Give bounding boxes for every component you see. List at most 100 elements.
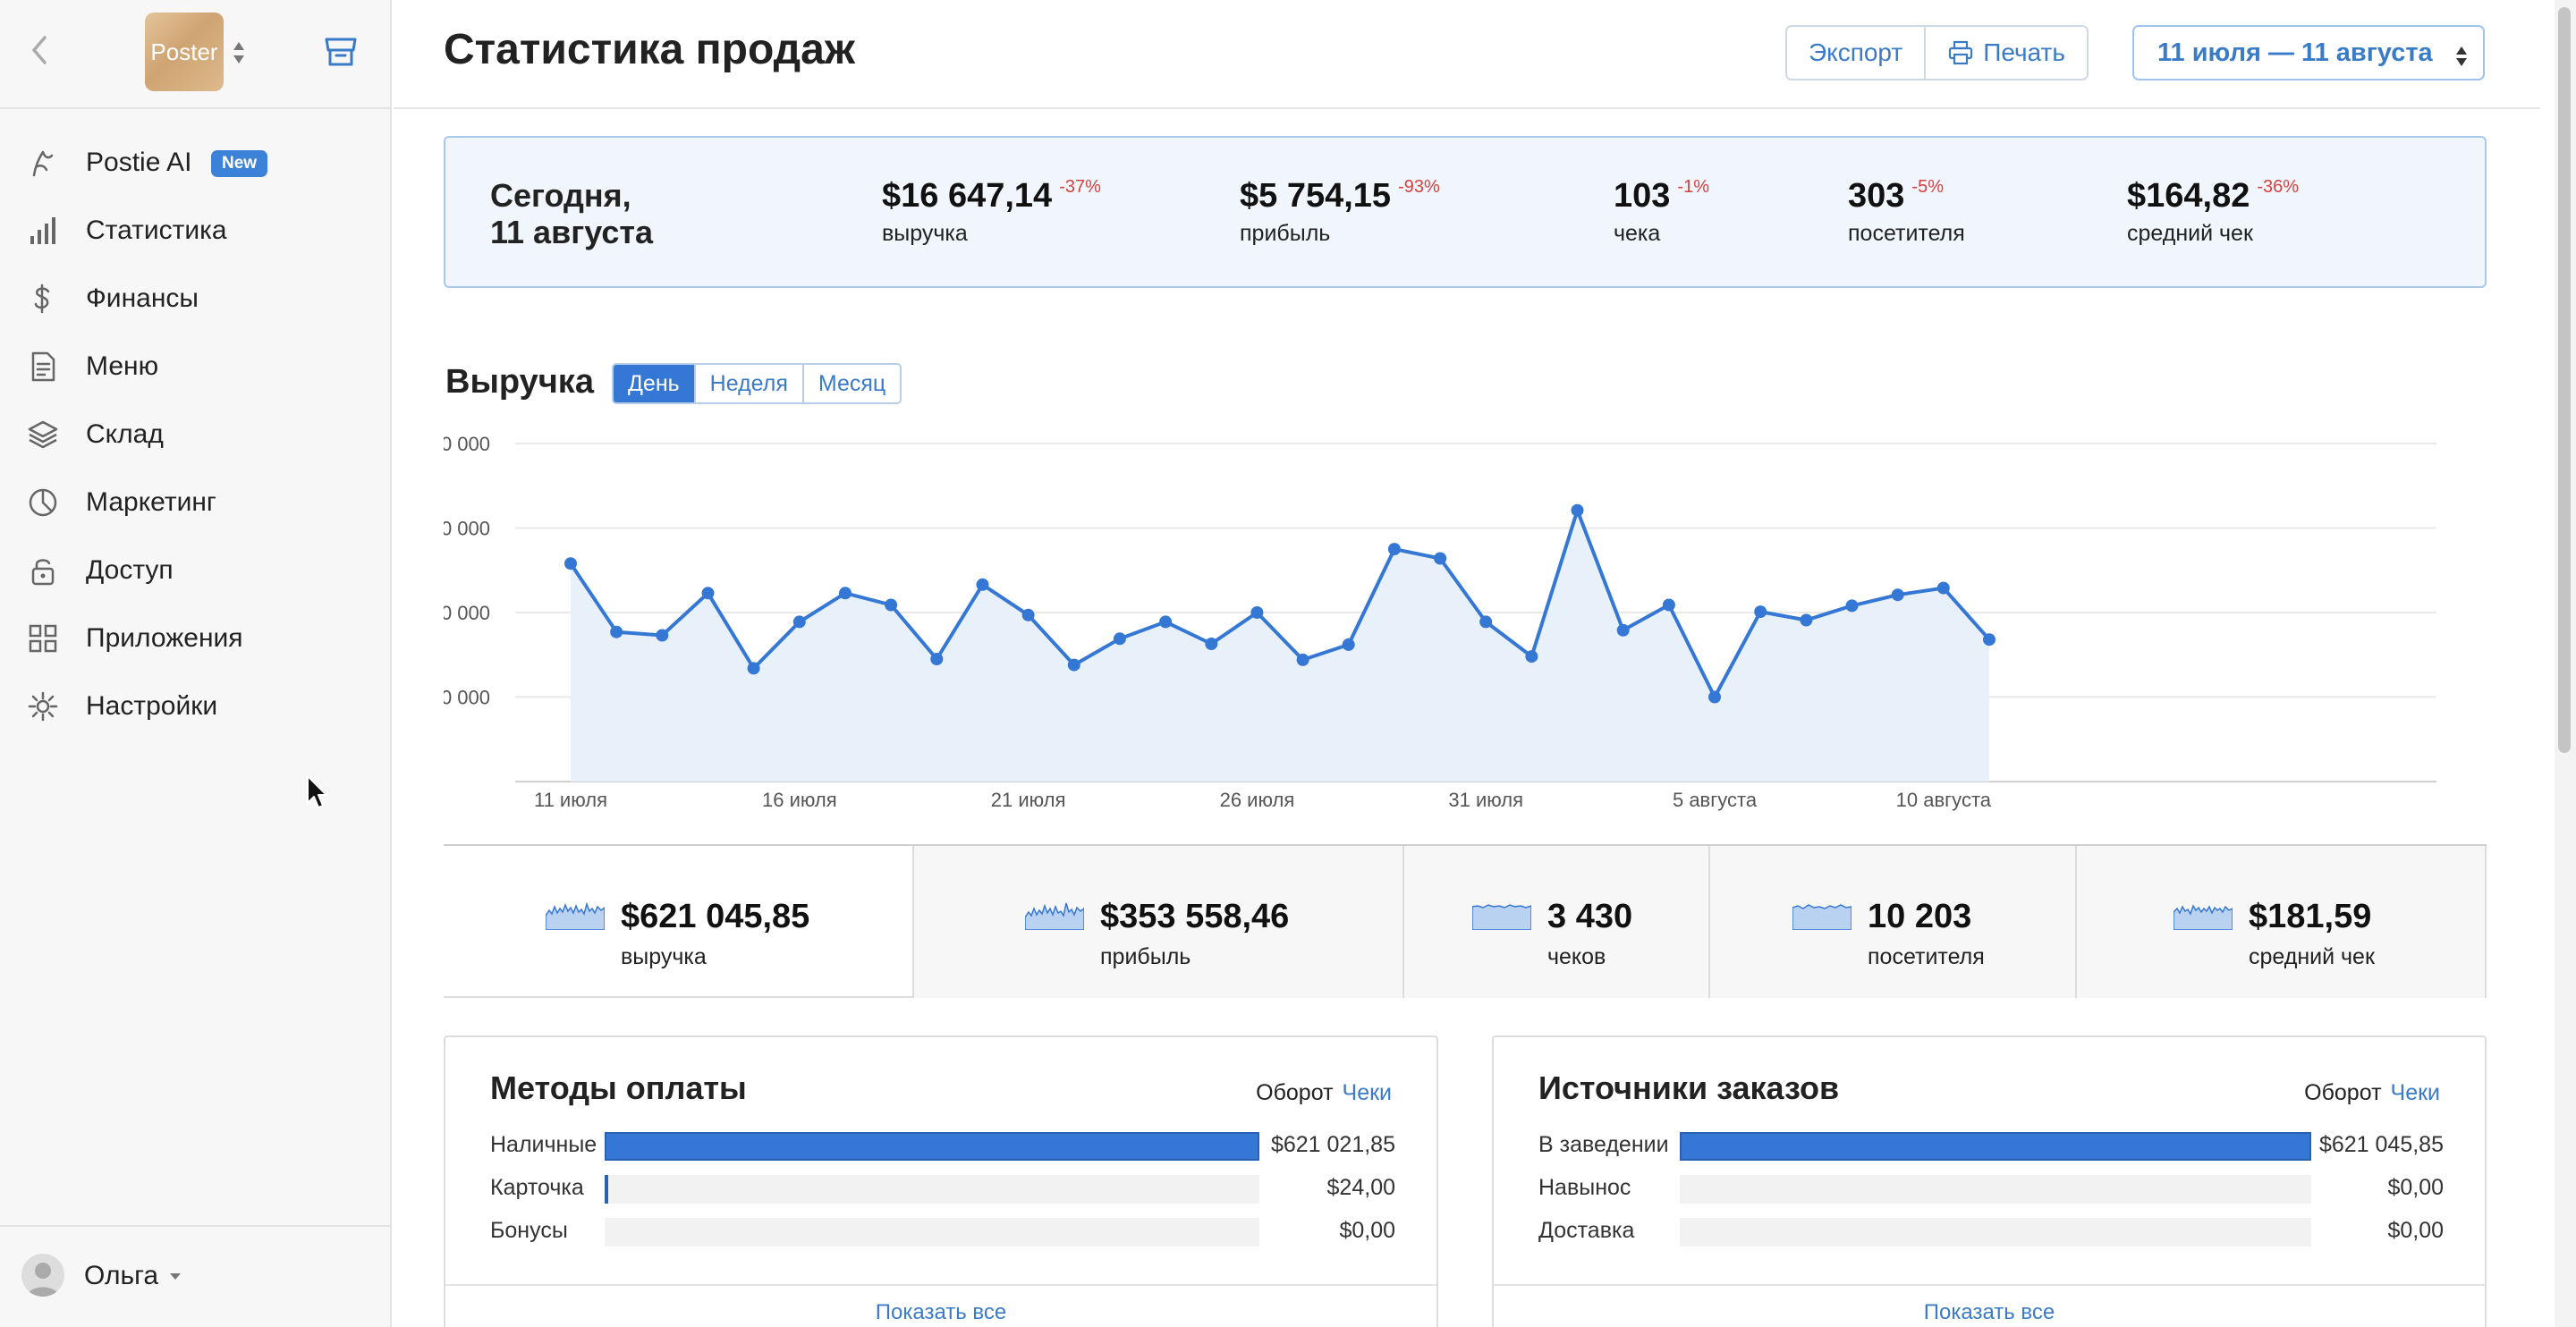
- total-value: $181,59: [2249, 898, 2372, 935]
- sparkline-icon: [1025, 902, 1084, 930]
- toggle-turnover[interactable]: Оборот: [1256, 1080, 1333, 1105]
- total-visitors[interactable]: 10 203 посетителя: [1710, 846, 2077, 998]
- bar-track: [605, 1175, 1259, 1204]
- data-point: [1250, 606, 1264, 619]
- y-tick-label: 30 000: [444, 518, 490, 540]
- x-tick-label: 10 августа: [1896, 789, 1992, 811]
- dollar-icon: [34, 283, 50, 314]
- poster-logo[interactable]: Poster: [145, 13, 224, 91]
- sort-arrows-icon[interactable]: [231, 39, 247, 66]
- data-point: [976, 578, 989, 591]
- payment-methods-panel: Методы оплаты Оборот Чеки Наличные $621 0…: [444, 1035, 1438, 1327]
- x-tick-label: 21 июля: [991, 789, 1066, 811]
- show-all-link[interactable]: Показать все: [1494, 1284, 2485, 1325]
- store-icon[interactable]: [324, 36, 358, 68]
- sidebar-item-label: Статистика: [86, 216, 227, 245]
- printer-icon: [1949, 40, 1973, 65]
- toggle-checks-link[interactable]: Чеки: [1343, 1080, 1392, 1105]
- bar-track: [1680, 1175, 2311, 1204]
- row-label: Навынос: [1538, 1175, 1631, 1200]
- data-point: [1296, 653, 1309, 666]
- stat-delta: -37%: [1059, 177, 1101, 197]
- period-week-button[interactable]: Неделя: [693, 365, 802, 402]
- metric-toggle: Оборот Чеки: [1256, 1080, 1392, 1106]
- sort-arrows-icon: [2456, 46, 2467, 66]
- sidebar-item-settings[interactable]: Настройки: [0, 672, 390, 740]
- export-button[interactable]: Экспорт: [1787, 27, 1924, 79]
- toggle-checks-link[interactable]: Чеки: [2391, 1080, 2440, 1105]
- stat-delta: -93%: [1398, 177, 1440, 197]
- today-stat-checks: 103 -1% чека: [1614, 177, 1709, 247]
- data-point: [701, 587, 715, 600]
- x-tick-label: 5 августа: [1673, 789, 1758, 811]
- payment-row: Бонусы $0,00: [490, 1213, 1395, 1248]
- period-day-button[interactable]: День: [614, 365, 694, 402]
- revenue-title: Выручка: [445, 363, 594, 401]
- sidebar-item-label: Маркетинг: [86, 487, 216, 517]
- user-menu[interactable]: Ольга: [0, 1225, 390, 1327]
- stat-label: посетителя: [1848, 221, 1965, 246]
- row-value: $24,00: [1326, 1175, 1395, 1200]
- revenue-chart: 10 000 20 000 30 000 40 000 11 июля 16 июля 21…: [444, 433, 2436, 811]
- sidebar-item-statistics[interactable]: Статистика: [0, 197, 390, 265]
- sidebar-item-apps[interactable]: Приложения: [0, 604, 390, 672]
- order-sources-panel: Источники заказов Оборот Чеки В заведении…: [1492, 1035, 2487, 1327]
- bar-fill: [1680, 1132, 2311, 1161]
- data-point: [1616, 623, 1630, 637]
- toggle-turnover[interactable]: Оборот: [2304, 1080, 2381, 1105]
- sidebar-item-finance[interactable]: Финансы: [0, 265, 390, 333]
- payment-row: Наличные $621 021,85: [490, 1127, 1395, 1162]
- sidebar-item-warehouse[interactable]: Склад: [0, 401, 390, 469]
- sidebar-item-access[interactable]: Доступ: [0, 537, 390, 604]
- data-point: [1525, 650, 1538, 664]
- row-value: $0,00: [1339, 1218, 1395, 1243]
- page-header: Статистика продаж Экспорт Печать 11 июля…: [394, 0, 2540, 109]
- gear-icon: [28, 691, 58, 722]
- total-profit[interactable]: $353 558,46 прибыль: [914, 846, 1404, 998]
- x-tick-label: 31 июля: [1448, 789, 1523, 811]
- data-point: [1067, 658, 1080, 672]
- sidebar-item-postie-ai[interactable]: Postie AI New: [0, 129, 390, 197]
- stat-value: $5 754,15: [1240, 177, 1392, 215]
- sidebar-item-marketing[interactable]: Маркетинг: [0, 469, 390, 537]
- row-label: В заведении: [1538, 1132, 1669, 1157]
- scrollbar-thumb[interactable]: [2558, 7, 2571, 753]
- period-totals: $621 045,85 выручка $353 558,46 прибыль …: [444, 844, 2487, 998]
- data-point: [1983, 633, 1996, 647]
- page-scrollbar[interactable]: [2555, 0, 2576, 1327]
- stat-delta: -36%: [2257, 177, 2300, 197]
- row-value: $0,00: [2387, 1218, 2444, 1243]
- print-label: Печать: [1983, 38, 2065, 66]
- total-value: $621 045,85: [621, 898, 810, 935]
- print-button[interactable]: Печать: [1924, 27, 2087, 79]
- metric-toggle: Оборот Чеки: [2304, 1080, 2440, 1106]
- data-point: [1021, 608, 1035, 621]
- show-all-link[interactable]: Показать все: [445, 1284, 1436, 1325]
- data-point: [1113, 632, 1126, 646]
- panel-title: Источники заказов: [1538, 1069, 1840, 1106]
- sidebar: Poster Postie AI New Статистика Финансы …: [0, 0, 392, 1327]
- stat-label: прибыль: [1240, 221, 1331, 246]
- series-area: [571, 510, 1989, 782]
- period-month-button[interactable]: Месяц: [801, 365, 901, 402]
- row-label: Наличные: [490, 1132, 597, 1157]
- total-avg-check[interactable]: $181,59 средний чек: [2077, 846, 2487, 998]
- total-revenue[interactable]: $621 045,85 выручка: [444, 846, 914, 998]
- data-point: [1800, 613, 1813, 627]
- stat-value: 103: [1614, 177, 1671, 215]
- source-row: Навынос $0,00: [1538, 1170, 2444, 1205]
- stat-delta: -1%: [1677, 177, 1709, 197]
- bar-track: [605, 1132, 1259, 1161]
- today-summary: Сегодня, 11 августа $16 647,14 -37% выруч…: [444, 136, 2487, 288]
- sidebar-item-label: Настройки: [86, 691, 218, 721]
- export-label: Экспорт: [1809, 38, 1903, 66]
- sidebar-item-label: Приложения: [86, 623, 243, 653]
- date-range-picker[interactable]: 11 июля — 11 августа: [2132, 25, 2485, 80]
- total-label: прибыль: [1100, 944, 1191, 969]
- sidebar-item-menu[interactable]: Меню: [0, 333, 390, 401]
- total-checks[interactable]: 3 430 чеков: [1404, 846, 1710, 998]
- logo-text: Poster: [150, 38, 218, 65]
- today-stat-revenue: $16 647,14 -37% выручка: [882, 177, 1101, 247]
- chevron-left-icon[interactable]: [25, 32, 55, 68]
- postie-ai-icon: [32, 150, 54, 177]
